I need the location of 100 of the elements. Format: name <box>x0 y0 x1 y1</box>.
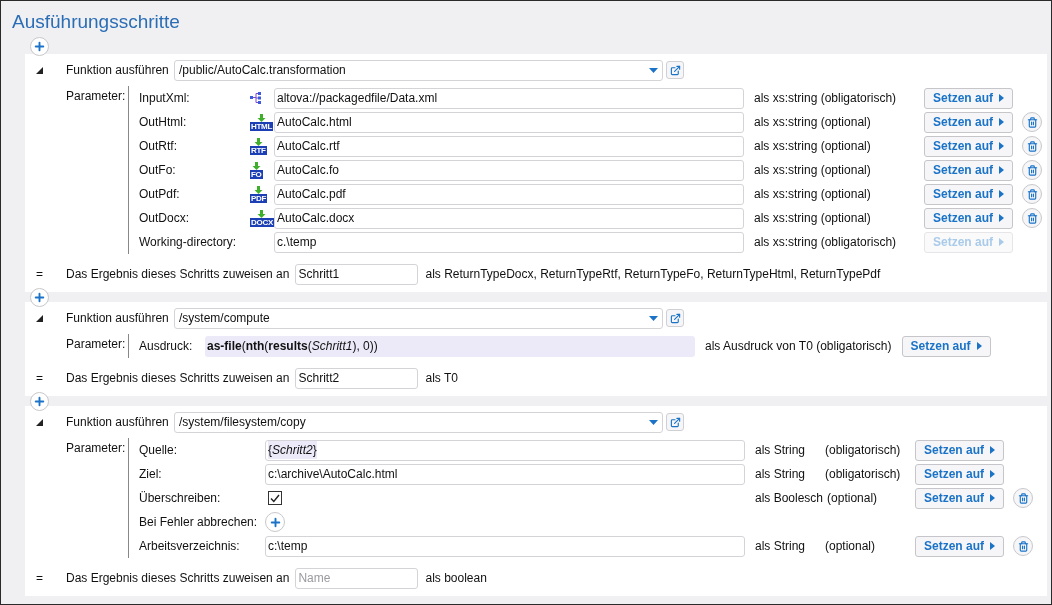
function-label: Funktion ausführen <box>66 414 170 431</box>
dropdown-caret-icon <box>649 315 658 321</box>
set-to-button[interactable]: Setzen auf <box>924 159 1013 181</box>
set-to-button[interactable]: Setzen auf <box>924 207 1013 229</box>
delete-button[interactable] <box>1022 136 1042 156</box>
parameter-field[interactable]: altova://packagedfile/Data.xml <box>274 87 744 109</box>
parameter-name: Ziel: <box>139 466 163 483</box>
equals-symbol: = <box>35 570 44 587</box>
result-name-field[interactable]: Schritt1 <box>295 263 419 285</box>
caret-icon <box>999 166 1004 174</box>
function-dropdown[interactable]: /public/AutoCalc.transformation <box>174 59 663 81</box>
parameter-requirement: (optional) <box>825 538 876 555</box>
caret-icon <box>999 238 1004 246</box>
trash-icon <box>1026 140 1038 152</box>
set-to-button[interactable]: Setzen auf <box>901 335 991 357</box>
parameter-name: Quelle: <box>139 442 179 459</box>
caret-icon <box>999 190 1004 198</box>
open-function-button[interactable] <box>666 309 684 327</box>
tree-icon <box>250 92 262 104</box>
parameter-field[interactable]: AutoCalc.rtf <box>274 135 744 157</box>
equals-symbol: = <box>35 370 44 387</box>
parameter-type: als Boolesch <box>755 490 824 507</box>
parameter-type: als xs:string (optional) <box>754 186 871 203</box>
set-to-button[interactable]: Setzen auf <box>924 135 1013 157</box>
set-to-button[interactable]: Setzen auf <box>915 463 1004 485</box>
parameter-name: OutFo: <box>139 162 177 179</box>
set-to-button[interactable]: Setzen auf <box>915 487 1004 509</box>
checkbox[interactable] <box>268 491 282 505</box>
result-type: als boolean <box>425 570 487 587</box>
open-function-button[interactable] <box>666 413 684 431</box>
parameter-name: Überschreiben: <box>139 490 222 507</box>
function-label: Funktion ausführen <box>66 310 170 327</box>
result-name-field[interactable]: Name <box>295 567 419 589</box>
delete-button[interactable] <box>1022 184 1042 204</box>
function-dropdown[interactable]: /system/compute <box>174 307 663 329</box>
parameter-name: InputXml: <box>139 90 191 107</box>
delete-button[interactable] <box>1022 160 1042 180</box>
parameter-type: als xs:string (obligatorisch) <box>754 234 897 251</box>
result-name-field[interactable]: Schritt2 <box>295 367 419 389</box>
function-dropdown[interactable]: /system/filesystem/copy <box>174 411 663 433</box>
parameter-name: Working-directory: <box>139 234 238 251</box>
result-type: als T0 <box>425 370 458 387</box>
parameter-name: Bei Fehler abbrechen: <box>139 514 259 531</box>
parameter-type: als xs:string (optional) <box>754 210 871 227</box>
parameter-requirement: (obligatorisch) <box>825 442 901 459</box>
plus-icon <box>33 394 46 408</box>
parameter-type: als xs:string (optional) <box>754 162 871 179</box>
result-type: als ReturnTypeDocx, ReturnTypeRtf, ReturnTypeFo, ReturnTypeHtml, ReturnTypePdf <box>425 266 881 283</box>
parameter-field[interactable]: c.\temp <box>274 231 744 253</box>
delete-button[interactable] <box>1013 488 1033 508</box>
collapse-icon[interactable] <box>36 314 43 322</box>
parameter-type: als xs:string (optional) <box>754 138 871 155</box>
caret-icon <box>990 494 995 502</box>
result-label: Das Ergebnis dieses Schritts zuweisen an <box>66 266 290 283</box>
collapse-icon[interactable] <box>36 418 43 426</box>
add-button[interactable] <box>30 36 49 56</box>
parameter-type: als xs:string (optional) <box>754 114 871 131</box>
function-label: Funktion ausführen <box>66 62 170 79</box>
delete-button[interactable] <box>1022 208 1042 228</box>
external-link-icon <box>669 312 681 324</box>
dropdown-caret-icon <box>649 67 658 73</box>
parameter-field[interactable]: AutoCalc.pdf <box>274 183 744 205</box>
parameter-type: als String <box>755 466 807 483</box>
collapse-icon[interactable] <box>36 66 43 74</box>
trash-icon <box>1026 188 1038 200</box>
set-to-button[interactable]: Setzen auf <box>924 111 1013 133</box>
add-button[interactable] <box>265 512 285 532</box>
delete-button[interactable] <box>1013 536 1033 556</box>
set-to-button[interactable]: Setzen auf <box>924 87 1013 109</box>
external-link-icon <box>669 64 681 76</box>
set-to-button[interactable]: Setzen auf <box>915 439 1004 461</box>
parameters-label: Parameter: <box>66 440 127 457</box>
parameter-field[interactable]: c:\temp <box>265 535 745 557</box>
parameter-field[interactable]: AutoCalc.docx <box>274 207 744 229</box>
external-link-icon <box>669 416 681 428</box>
trash-icon <box>1026 212 1038 224</box>
expression-field[interactable]: as-file(nth(results(Schritt1), 0)) <box>205 335 695 357</box>
parameter-name: OutDocx: <box>139 210 190 227</box>
set-to-button[interactable]: Setzen auf <box>924 183 1013 205</box>
set-to-button[interactable]: Setzen auf <box>915 535 1004 557</box>
delete-button[interactable] <box>1022 112 1042 132</box>
parameters-label: Parameter: <box>66 336 127 353</box>
trash-icon <box>1026 116 1038 128</box>
caret-icon <box>976 342 982 350</box>
parameter-field[interactable]: {Schritt2} <box>265 439 745 461</box>
caret-icon <box>990 470 995 478</box>
page-title: Ausführungsschritte <box>11 10 181 34</box>
open-function-button[interactable] <box>666 61 684 79</box>
parameter-type: als Ausdruck von T0 (obligatorisch) <box>705 338 892 355</box>
caret-icon <box>990 542 995 550</box>
parameter-field[interactable]: c:\archive\AutoCalc.html <box>265 463 745 485</box>
parameter-field[interactable]: AutoCalc.fo <box>274 159 744 181</box>
parameter-name: OutPdf: <box>139 186 181 203</box>
caret-icon <box>999 118 1004 126</box>
result-label: Das Ergebnis dieses Schritts zuweisen an <box>66 370 290 387</box>
parameter-field[interactable]: AutoCalc.html <box>274 111 744 133</box>
trash-icon <box>1017 492 1029 504</box>
plus-icon <box>33 39 46 53</box>
dropdown-caret-icon <box>649 419 658 425</box>
parameter-name: OutRtf: <box>139 138 178 155</box>
